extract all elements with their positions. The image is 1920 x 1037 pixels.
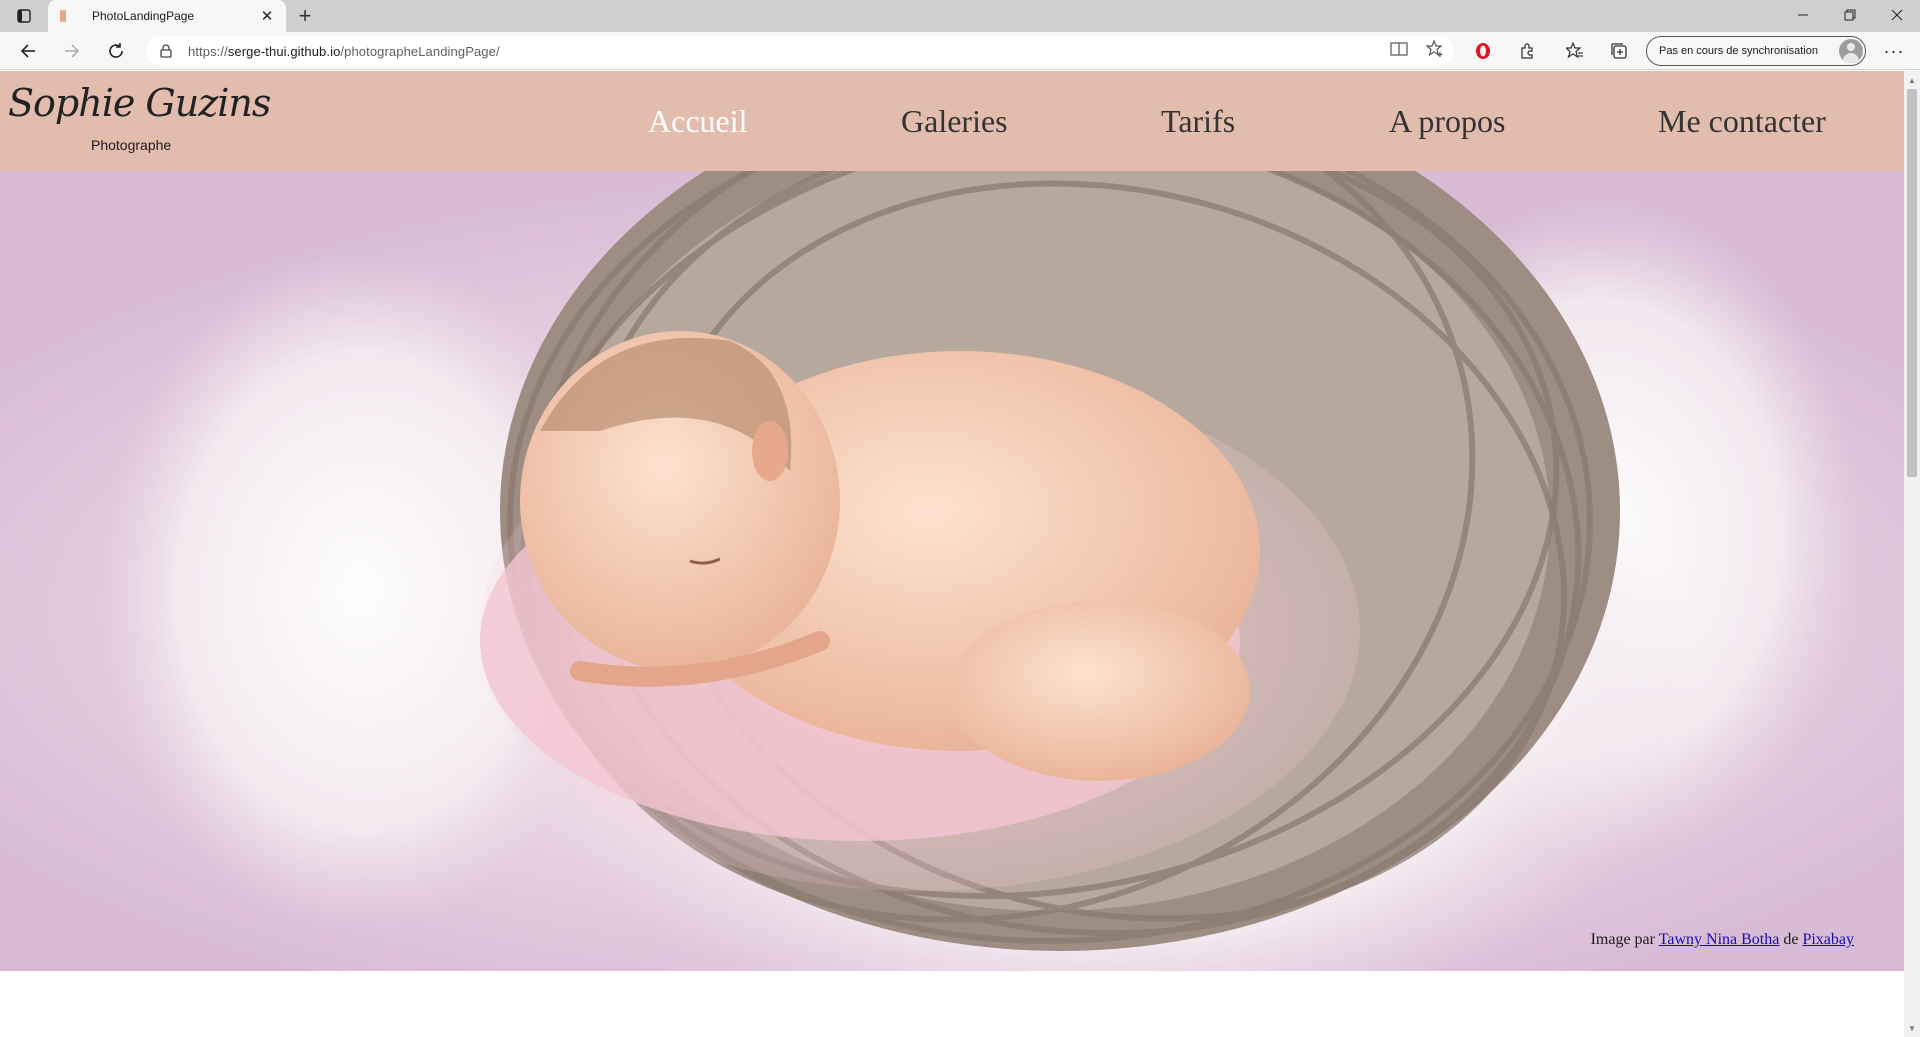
new-tab-button[interactable]: + [292, 3, 318, 29]
page-scrollbar[interactable]: ▲ ▼ [1904, 71, 1920, 1037]
scrollbar-thumb[interactable] [1907, 89, 1917, 477]
tab-title: PhotoLandingPage [92, 9, 195, 23]
add-favorite-icon[interactable] [1424, 38, 1446, 60]
nav-link-galeries[interactable]: Galeries [901, 101, 1008, 141]
opera-extension-icon[interactable] [1472, 40, 1494, 62]
page-favicon-icon [58, 9, 68, 23]
nav-link-tarifs[interactable]: Tarifs [1161, 101, 1235, 141]
profile-sync-button[interactable]: Pas en cours de synchronisation [1646, 36, 1866, 66]
page-viewport: Sophie Guzins Photographe Accueil Galeri… [0, 71, 1904, 1037]
immersive-reader-icon[interactable] [1388, 38, 1410, 60]
scroll-down-icon[interactable]: ▼ [1907, 1023, 1917, 1033]
url-text[interactable]: https://serge-thui.github.io/photographe… [188, 44, 500, 59]
scroll-up-icon[interactable]: ▲ [1907, 75, 1917, 85]
lock-icon[interactable] [158, 43, 174, 59]
refresh-icon[interactable] [102, 37, 130, 65]
browser-toolbar: https://serge-thui.github.io/photographe… [0, 32, 1920, 70]
credit-source-link[interactable]: Pixabay [1802, 931, 1854, 948]
credit-middle: de [1779, 931, 1803, 948]
close-window-icon[interactable] [1874, 0, 1920, 30]
site-header: Sophie Guzins Photographe Accueil Galeri… [0, 71, 1904, 171]
favorites-icon[interactable] [1564, 40, 1586, 62]
back-icon[interactable] [14, 37, 42, 65]
nav-link-accueil[interactable]: Accueil [648, 101, 748, 141]
forward-icon[interactable] [58, 37, 86, 65]
sync-status-label: Pas en cours de synchronisation [1659, 45, 1818, 57]
nav-link-a-propos[interactable]: A propos [1389, 101, 1505, 141]
tab-actions-icon[interactable] [8, 4, 40, 28]
nav-link-me-contacter[interactable]: Me contacter [1658, 101, 1826, 141]
hero-photo-illustration [100, 171, 1860, 971]
collections-icon[interactable] [1608, 40, 1630, 62]
site-logo[interactable]: Sophie Guzins Photographe [8, 81, 271, 161]
browser-tab-bar: PhotoLandingPage ✕ + [0, 0, 1920, 32]
logo-subtitle: Photographe [91, 137, 172, 153]
restore-icon[interactable] [1827, 0, 1873, 30]
logo-script-name: Sophie Guzins [8, 81, 271, 125]
browser-tab[interactable]: PhotoLandingPage ✕ [48, 0, 286, 32]
close-tab-icon[interactable]: ✕ [258, 7, 276, 25]
credit-author-link[interactable]: Tawny Nina Botha [1659, 931, 1780, 948]
avatar-icon [1839, 39, 1863, 63]
credit-prefix: Image par [1590, 931, 1659, 948]
address-bar[interactable]: https://serge-thui.github.io/photographe… [146, 36, 1454, 66]
image-credit: Image par Tawny Nina Botha de Pixabay [1591, 931, 1854, 949]
more-options-icon[interactable]: ··· [1880, 38, 1908, 64]
hero-image: Image par Tawny Nina Botha de Pixabay [0, 171, 1904, 971]
extensions-icon[interactable] [1516, 40, 1538, 62]
minimize-icon[interactable] [1780, 0, 1826, 30]
